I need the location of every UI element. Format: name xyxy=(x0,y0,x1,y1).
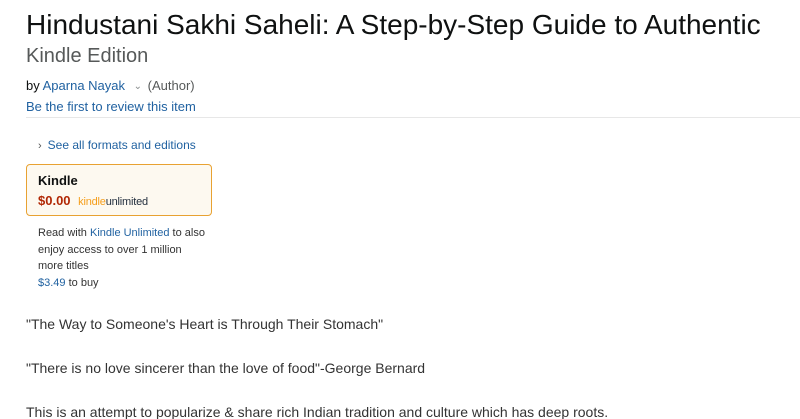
description-paragraph: This is an attempt to popularize & share… xyxy=(26,404,609,419)
format-name: Kindle xyxy=(38,173,78,188)
product-title: Hindustani Sakhi Saheli: A Step-by-Step … xyxy=(26,9,761,40)
see-all-formats-link[interactable]: › See all formats and editions xyxy=(38,137,196,154)
buy-price-link[interactable]: $3.49 xyxy=(38,277,66,289)
author-role: (Author) xyxy=(147,78,195,93)
format-price: $0.00 xyxy=(38,193,71,208)
first-review-link[interactable]: Be the first to review this item xyxy=(26,98,196,116)
ku-logo-kindle: kindle xyxy=(78,196,106,208)
buy-suffix: to buy xyxy=(68,276,99,289)
product-page: Hindustani Sakhi Saheli: A Step-by-Step … xyxy=(0,0,800,419)
byline-prefix: by xyxy=(26,78,40,93)
format-price-row: $0.00 kindleunlimited xyxy=(38,193,148,208)
chevron-right-icon: › xyxy=(38,140,42,152)
chevron-down-icon[interactable]: ⌄ xyxy=(134,78,142,96)
kindle-unlimited-link[interactable]: Kindle Unlimited xyxy=(90,227,169,239)
description-quote-2: "There is no love sincerer than the love… xyxy=(26,360,426,376)
ku-logo-unlimited: unlimited xyxy=(105,196,148,208)
see-all-formats-label: See all formats and editions xyxy=(47,138,196,152)
product-edition: Kindle Edition xyxy=(26,45,149,67)
byline: by Aparna Nayak ⌄ (Author) xyxy=(26,77,195,97)
format-option-kindle[interactable]: Kindle $0.00 kindleunlimited xyxy=(26,164,212,216)
ku-note-prefix: Read with xyxy=(38,227,87,239)
author-link[interactable]: Aparna Nayak xyxy=(43,78,125,93)
kindle-unlimited-note: Read with Kindle Unlimited to also enjoy… xyxy=(38,225,208,291)
kindle-unlimited-logo: kindleunlimited xyxy=(78,196,148,208)
description-quote-1: "The Way to Someone's Heart is Through T… xyxy=(26,316,384,332)
divider xyxy=(26,117,800,118)
